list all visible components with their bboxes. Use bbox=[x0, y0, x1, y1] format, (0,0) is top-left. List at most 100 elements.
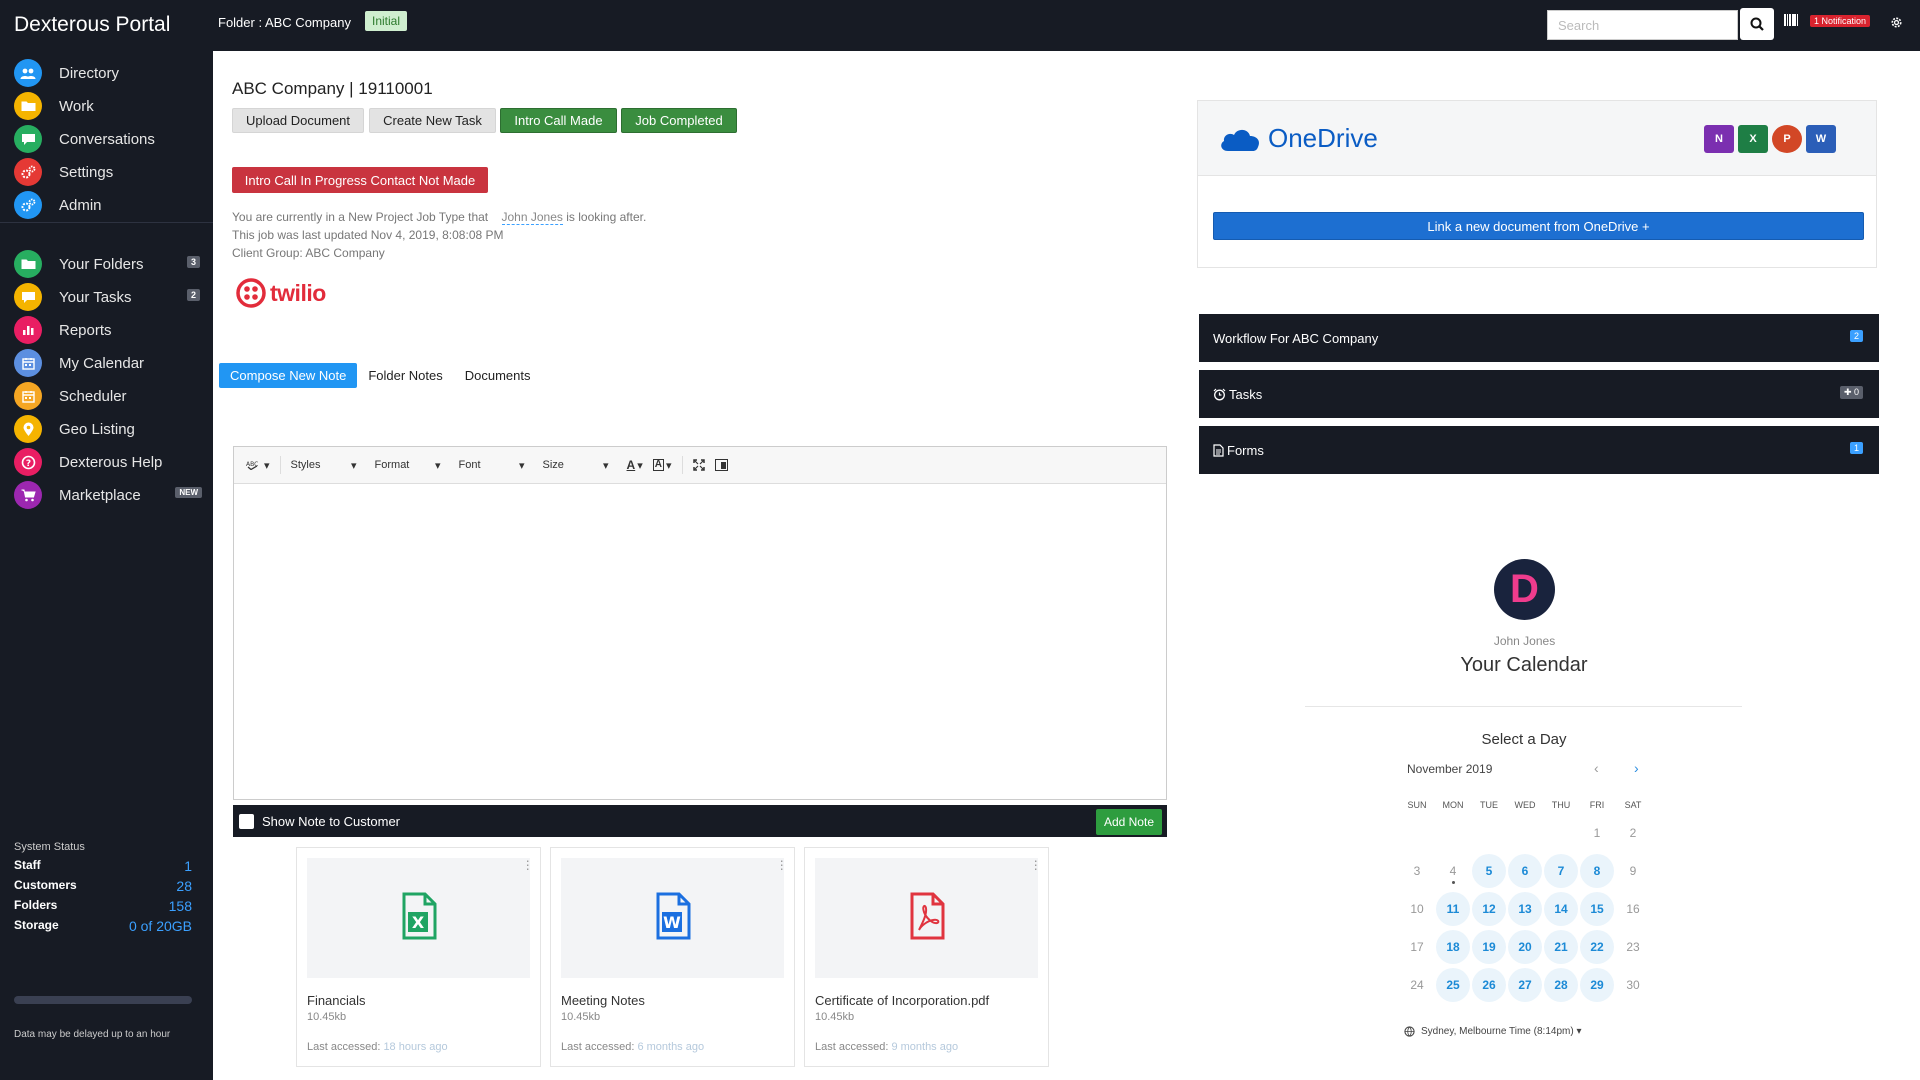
sidebar-item-label: Geo Listing bbox=[59, 420, 135, 438]
document-name[interactable]: Certificate of Incorporation.pdf bbox=[815, 993, 989, 1008]
show-blocks-button[interactable] bbox=[714, 459, 728, 471]
onedrive-cloud-icon bbox=[1221, 129, 1260, 151]
calendar-day-available[interactable]: 18 bbox=[1436, 930, 1470, 964]
today-indicator bbox=[1452, 881, 1455, 884]
tasks-count-badge[interactable]: ✚ 0 bbox=[1839, 386, 1863, 399]
calendar-day-available[interactable]: 19 bbox=[1472, 930, 1506, 964]
brand-title[interactable]: Dexterous Portal bbox=[14, 13, 170, 37]
format-select-label: Format bbox=[374, 459, 410, 471]
sidebar-item-work[interactable]: Work bbox=[14, 92, 204, 120]
sidebar-item-my-calendar[interactable]: My Calendar bbox=[14, 349, 204, 377]
intro-call-status-button[interactable]: Intro Call In Progress Contact Not Made bbox=[232, 167, 488, 193]
upload-document-button[interactable]: Upload Document bbox=[232, 108, 364, 133]
document-card[interactable]: · · · Certificate of Incorporation.pdf 10.45… bbox=[804, 847, 1049, 1067]
calendar-day-available[interactable]: 11 bbox=[1436, 892, 1470, 926]
barcode-icon[interactable] bbox=[1784, 14, 1799, 26]
sidebar-item-marketplace[interactable]: Marketplace NEW bbox=[14, 481, 204, 509]
document-name[interactable]: Financials bbox=[307, 993, 366, 1008]
more-options-icon[interactable]: · · · bbox=[1033, 853, 1038, 875]
note-editor[interactable]: ABC ▾ Styles ▾ Format ▾ Font ▾ Size ▾ A ▾ A ▾ bbox=[233, 446, 1167, 800]
chevron-down-icon: ▾ bbox=[264, 459, 270, 472]
system-status-value[interactable]: 158 bbox=[169, 898, 192, 914]
document-last-accessed: Last accessed: 18 hours ago bbox=[307, 1041, 448, 1053]
more-options-icon[interactable]: · · · bbox=[779, 853, 784, 875]
document-thumbnail[interactable]: W bbox=[561, 858, 784, 978]
next-month-button[interactable]: › bbox=[1634, 760, 1639, 776]
styles-select[interactable]: Styles ▾ bbox=[291, 459, 361, 472]
last-accessed-time: 18 hours ago bbox=[383, 1041, 448, 1053]
add-note-button[interactable]: Add Note bbox=[1095, 809, 1162, 835]
previous-month-button[interactable]: ‹ bbox=[1594, 760, 1599, 776]
system-status-value[interactable]: 1 bbox=[184, 858, 192, 874]
format-select[interactable]: Format ▾ bbox=[375, 459, 445, 472]
sidebar-item-admin[interactable]: Admin bbox=[14, 191, 204, 219]
calendar-day-available[interactable]: 12 bbox=[1472, 892, 1506, 926]
tab-documents[interactable]: Documents bbox=[454, 363, 542, 388]
folder-title: Folder : ABC Company bbox=[218, 15, 351, 30]
bg-color-button[interactable]: A ▾ bbox=[652, 459, 672, 472]
system-status-key: Folders bbox=[14, 898, 58, 912]
job-completed-button[interactable]: Job Completed bbox=[621, 108, 737, 133]
sidebar-item-your-tasks[interactable]: Your Tasks 2 bbox=[14, 283, 204, 311]
calendar-day-available[interactable]: 7 bbox=[1544, 854, 1578, 888]
sidebar-item-label: Directory bbox=[59, 64, 120, 82]
intro-call-made-button[interactable]: Intro Call Made bbox=[500, 108, 617, 133]
calendar-day-number: 16 bbox=[1626, 902, 1640, 916]
calendar-day-available[interactable]: 29 bbox=[1580, 968, 1614, 1002]
show-note-checkbox[interactable] bbox=[239, 813, 254, 829]
document-name[interactable]: Meeting Notes bbox=[561, 993, 645, 1008]
calendar-day-available[interactable]: 25 bbox=[1436, 968, 1470, 1002]
calendar-icon bbox=[14, 349, 42, 377]
sidebar-item-geo-listing[interactable]: Geo Listing bbox=[14, 415, 204, 443]
document-card[interactable]: X · · · Financials 10.45kb Last accessed: 18 h… bbox=[296, 847, 541, 1067]
calendar-day-available[interactable]: 8 bbox=[1580, 854, 1614, 888]
timezone-selector[interactable]: Sydney, Melbourne Time (8:14pm) ▾ bbox=[1404, 1026, 1581, 1037]
calendar-day-available[interactable]: 14 bbox=[1544, 892, 1578, 926]
assigned-user-link[interactable]: John Jones bbox=[501, 210, 563, 225]
calendar-day-available[interactable]: 26 bbox=[1472, 968, 1506, 1002]
document-thumbnail[interactable] bbox=[815, 858, 1038, 978]
maximize-button[interactable] bbox=[692, 459, 705, 471]
tasks-panel[interactable]: Tasks ✚ 0 bbox=[1199, 370, 1879, 418]
calendar-day-available[interactable]: 13 bbox=[1508, 892, 1542, 926]
spellcheck-button[interactable]: ABC ▾ bbox=[246, 459, 270, 472]
sidebar-item-scheduler[interactable]: Scheduler bbox=[14, 382, 204, 410]
search-button[interactable] bbox=[1740, 8, 1774, 40]
avatar: D bbox=[1494, 559, 1555, 620]
sidebar-item-settings[interactable]: Settings bbox=[14, 158, 204, 186]
calendar-day-available[interactable]: 27 bbox=[1508, 968, 1542, 1002]
calendar-day-available[interactable]: 22 bbox=[1580, 930, 1614, 964]
sidebar-item-reports[interactable]: Reports bbox=[14, 316, 204, 344]
font-select[interactable]: Font ▾ bbox=[459, 459, 529, 472]
tab-folder-notes[interactable]: Folder Notes bbox=[357, 363, 453, 388]
search-input[interactable] bbox=[1547, 10, 1738, 40]
calendar-day-available[interactable]: 28 bbox=[1544, 968, 1578, 1002]
calendar-day-available[interactable]: 5 bbox=[1472, 854, 1506, 888]
system-status-value[interactable]: 28 bbox=[176, 878, 192, 894]
calendar-day-available[interactable]: 6 bbox=[1508, 854, 1542, 888]
text-color-icon: A bbox=[626, 458, 636, 472]
calendar-day-available[interactable]: 20 bbox=[1508, 930, 1542, 964]
svg-text:?: ? bbox=[25, 459, 30, 469]
sidebar-item-your-folders[interactable]: Your Folders 3 bbox=[14, 250, 204, 278]
size-select[interactable]: Size ▾ bbox=[543, 459, 613, 472]
create-new-task-button[interactable]: Create New Task bbox=[369, 108, 496, 133]
gear-icon[interactable] bbox=[1890, 16, 1903, 34]
link-onedrive-document-button[interactable]: Link a new document from OneDrive + bbox=[1213, 212, 1864, 240]
tab-compose-new-note[interactable]: Compose New Note bbox=[219, 363, 358, 388]
weekday-label: THU bbox=[1551, 800, 1571, 810]
system-status-value[interactable]: 0 of 20GB bbox=[129, 918, 192, 934]
forms-panel[interactable]: Forms 1 bbox=[1199, 426, 1879, 474]
sidebar-item-dexterous-help[interactable]: ? Dexterous Help bbox=[14, 448, 204, 476]
notification-badge[interactable]: 1 Notification bbox=[1810, 15, 1871, 27]
calendar-day-available[interactable]: 21 bbox=[1544, 930, 1578, 964]
document-card[interactable]: W · · · Meeting Notes 10.45kb Last accessed: 6… bbox=[550, 847, 795, 1067]
text-color-button[interactable]: A ▾ bbox=[627, 458, 643, 472]
sidebar-item-conversations[interactable]: Conversations bbox=[14, 125, 204, 153]
workflow-panel[interactable]: Workflow For ABC Company 2 bbox=[1199, 314, 1879, 362]
sidebar-item-directory[interactable]: Directory bbox=[14, 59, 204, 87]
document-thumbnail[interactable]: X bbox=[307, 858, 530, 978]
calendar-day-available[interactable]: 15 bbox=[1580, 892, 1614, 926]
more-options-icon[interactable]: · · · bbox=[525, 853, 530, 875]
calendar-day-number: 4 bbox=[1449, 864, 1457, 878]
